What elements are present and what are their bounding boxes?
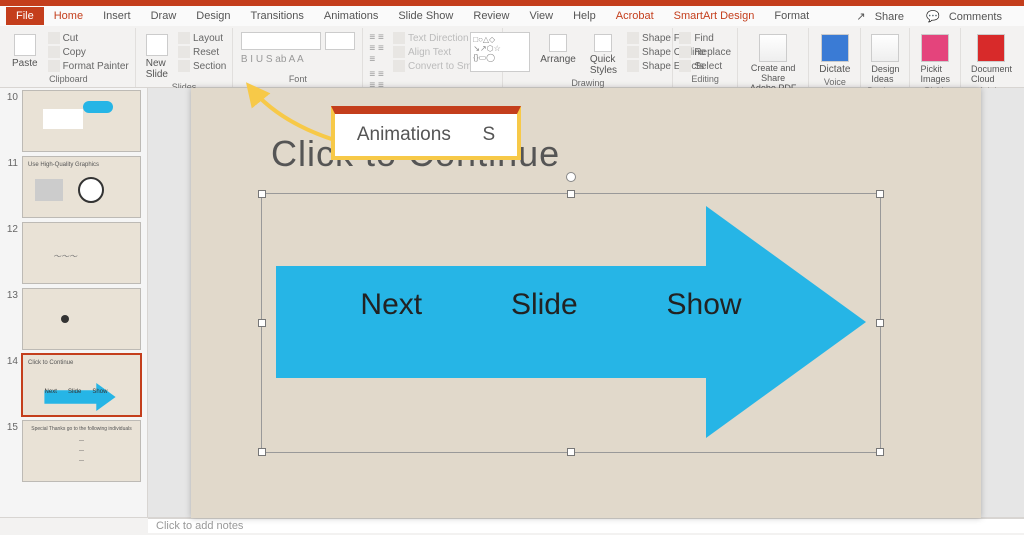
new-slide-label: NewSlide (146, 58, 168, 80)
tab-smartart-design[interactable]: SmartArt Design (664, 7, 765, 25)
shapes-gallery[interactable]: □○△◇↘↗⬡☆{}▭◯ (470, 32, 530, 72)
find-button[interactable]: Find (679, 32, 731, 44)
share-button[interactable]: ↗ Share (850, 8, 916, 25)
resize-handle[interactable] (258, 319, 266, 327)
resize-handle[interactable] (258, 190, 266, 198)
tab-review[interactable]: Review (463, 7, 519, 25)
cut-button[interactable]: Cut (48, 32, 129, 44)
adobe-doc-cloud-button[interactable]: DocumentCloud (967, 32, 1016, 86)
design-ideas-label: DesignIdeas (871, 64, 899, 84)
file-menu[interactable]: File (6, 7, 44, 25)
thumb-num: 14 (6, 354, 18, 367)
tab-insert[interactable]: Insert (93, 7, 141, 25)
rotation-handle[interactable] (566, 172, 576, 182)
resize-handle[interactable] (258, 448, 266, 456)
tab-animations[interactable]: Animations (314, 7, 388, 25)
thumb-num: 15 (6, 420, 18, 433)
group-label: Font (289, 74, 307, 85)
arrange-button[interactable]: Arrange (536, 32, 580, 67)
thumb-num: 12 (6, 222, 18, 235)
thumb-13[interactable] (22, 288, 141, 350)
quick-styles-button[interactable]: QuickStyles (586, 32, 621, 78)
thumb-12[interactable]: ～～～ (22, 222, 141, 284)
tab-help[interactable]: Help (563, 7, 606, 25)
tab-acrobat[interactable]: Acrobat (606, 7, 664, 25)
thumb-arrow-icon (35, 383, 125, 411)
replace-button[interactable]: Replace (679, 46, 731, 58)
group-adobe-cloud: DocumentCloud Adobe (961, 28, 1022, 87)
slide-thumbnails[interactable]: 10 11Use High-Quality Graphics 12～～～ 13 … (0, 88, 148, 517)
group-voice: Dictate Voice (809, 28, 861, 87)
select-button[interactable]: Select (679, 60, 731, 72)
content-area: 10 11Use High-Quality Graphics 12～～～ 13 … (0, 88, 1024, 517)
slide-editor: Animations S Click to Continue Next Slid… (148, 88, 1024, 517)
resize-handle[interactable] (567, 190, 575, 198)
tab-transitions[interactable]: Transitions (241, 7, 314, 25)
tab-draw[interactable]: Draw (141, 7, 187, 25)
thumb-15[interactable]: Special Thanks go to the following indiv… (22, 420, 141, 482)
font-size-box[interactable] (325, 32, 355, 50)
create-adobe-pdf-button[interactable]: Create and Share Adobe PDF (744, 32, 802, 96)
thumb-10[interactable] (22, 90, 141, 152)
thumb-11[interactable]: Use High-Quality Graphics (22, 156, 141, 218)
pickit-images-button[interactable]: PickitImages (916, 32, 954, 86)
resize-handle[interactable] (876, 190, 884, 198)
tab-view[interactable]: View (519, 7, 563, 25)
ribbon-tabs-row: File Home Insert Draw Design Transitions… (0, 6, 1024, 26)
pickit-images-label: PickitImages (920, 64, 950, 84)
group-drawing: □○△◇↘↗⬡☆{}▭◯ Arrange QuickStyles Shape F… (503, 28, 673, 87)
design-ideas-button[interactable]: DesignIdeas (867, 32, 903, 86)
shape-selection-box[interactable] (261, 193, 881, 453)
reset-button[interactable]: Reset (178, 46, 226, 58)
thumb-num: 11 (6, 156, 18, 169)
format-painter-button[interactable]: Format Painter (48, 60, 129, 72)
right-commands: ↗ Share 💬 Comments (850, 8, 1014, 25)
doc-cloud-label: DocumentCloud (971, 64, 1012, 84)
resize-handle[interactable] (876, 448, 884, 456)
ribbon: Paste Cut Copy Format Painter Clipboard … (0, 26, 1024, 88)
paste-button[interactable]: Paste (8, 32, 42, 71)
tab-home[interactable]: Home (44, 7, 93, 25)
tab-slide-show[interactable]: Slide Show (388, 7, 463, 25)
group-editing: Find Replace Select Editing (673, 28, 738, 87)
animations-callout: Animations S (331, 106, 521, 160)
copy-button[interactable]: Copy (48, 46, 129, 58)
layout-button[interactable]: Layout (178, 32, 226, 44)
group-adobe-acrobat: Create and Share Adobe PDF Adobe Acrobat (738, 28, 809, 87)
thumb-14[interactable]: Click to ContinueNextSlideShow (22, 354, 141, 416)
tab-format[interactable]: Format (764, 7, 819, 25)
thumb-num: 10 (6, 90, 18, 103)
group-label: Clipboard (49, 74, 88, 85)
group-label: Editing (691, 74, 719, 85)
section-button[interactable]: Section (178, 60, 226, 72)
tab-design[interactable]: Design (186, 7, 240, 25)
current-slide[interactable]: Animations S Click to Continue Next Slid… (191, 88, 981, 518)
notes-pane[interactable]: Click to add notes (148, 518, 1024, 533)
group-clipboard: Paste Cut Copy Format Painter Clipboard (2, 28, 136, 87)
dictate-button[interactable]: Dictate (815, 32, 854, 77)
group-label: Voice (824, 77, 846, 88)
group-font: B I U S ab A A Font (233, 28, 363, 87)
comments-button[interactable]: 💬 Comments (920, 8, 1014, 25)
group-pickit: PickitImages Pickit (910, 28, 961, 87)
group-slides: NewSlide Layout Reset Section Slides (136, 28, 234, 87)
resize-handle[interactable] (876, 319, 884, 327)
quick-styles-label: QuickStyles (590, 54, 617, 76)
font-name-box[interactable] (241, 32, 321, 50)
group-designer: DesignIdeas Designer (861, 28, 910, 87)
resize-handle[interactable] (567, 448, 575, 456)
new-slide-button[interactable]: NewSlide (142, 32, 172, 82)
thumb-num: 13 (6, 288, 18, 301)
slide-stage[interactable]: Animations S Click to Continue Next Slid… (148, 88, 1024, 518)
